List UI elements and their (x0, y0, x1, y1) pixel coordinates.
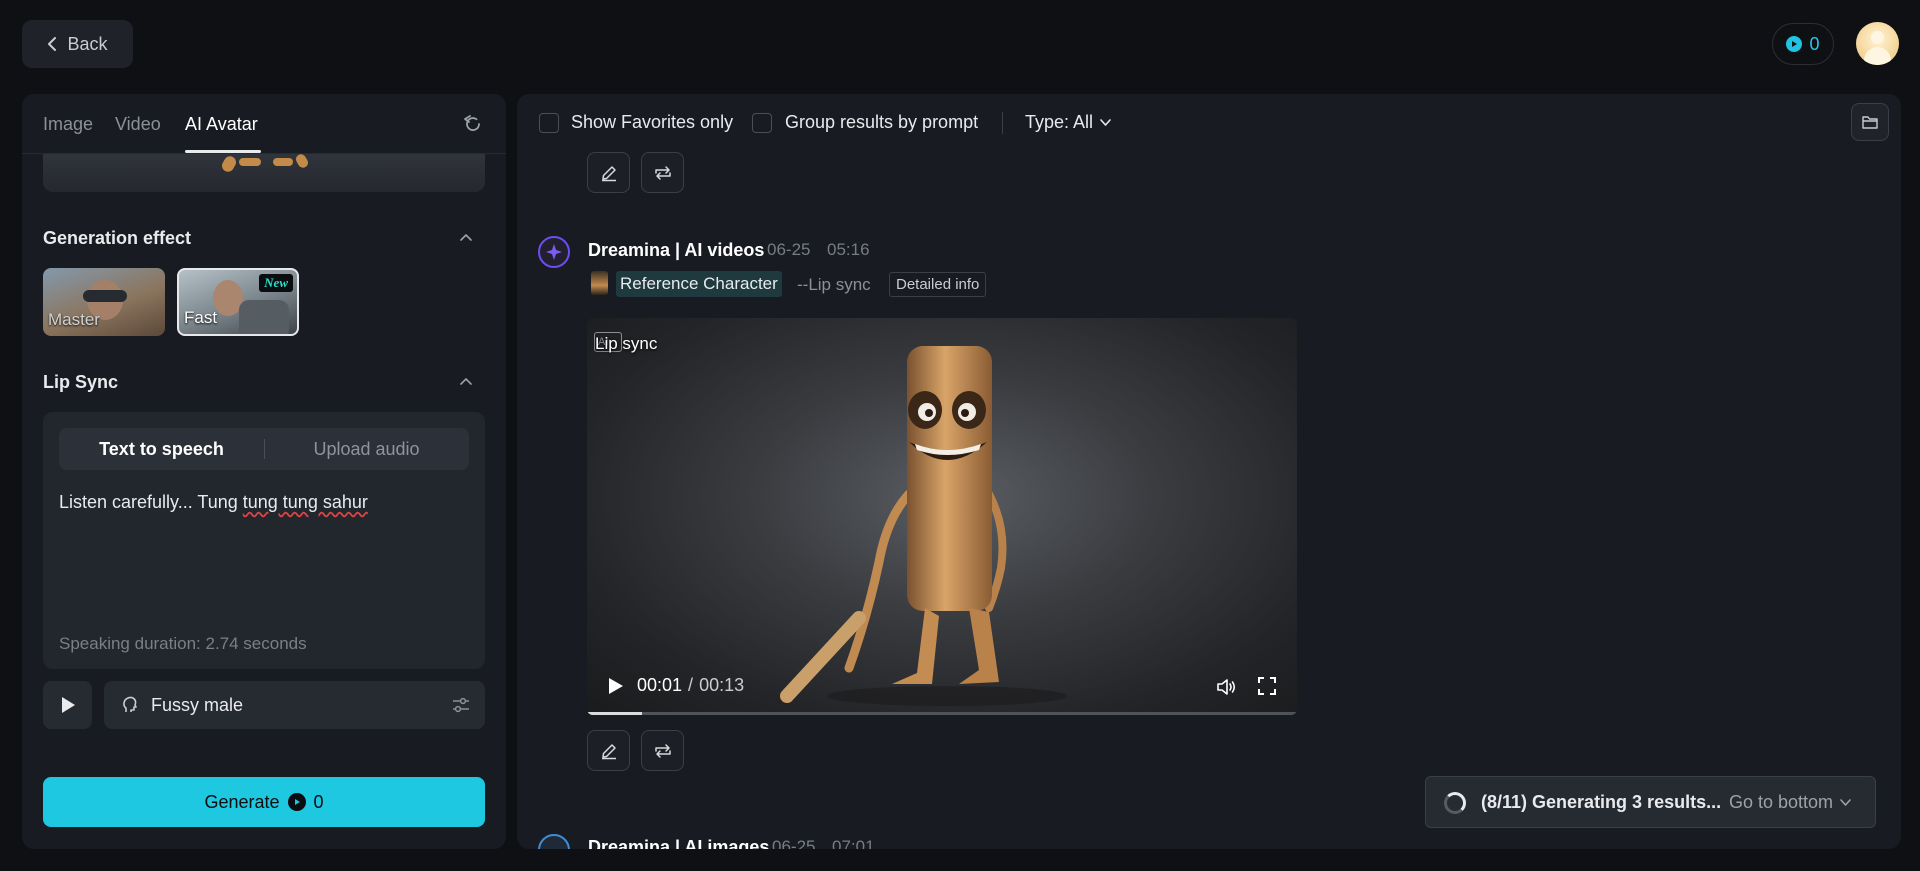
video-time-separator: / (688, 675, 694, 695)
video-progress-fill (587, 712, 642, 715)
video-current-time: 00:01 (637, 675, 683, 695)
generation-effect-title: Generation effect (43, 228, 192, 248)
tab-active-indicator (185, 150, 261, 153)
dreamina-logo-icon (538, 236, 570, 268)
pencil-icon (601, 165, 616, 181)
result-date: 06-25 (772, 837, 816, 849)
results-panel: Show Favorites only Group results by pro… (517, 94, 1901, 849)
play-icon (61, 697, 75, 713)
video-duration: 00:13 (699, 675, 745, 695)
type-filter-dropdown[interactable]: Type: All (1025, 112, 1112, 133)
back-button[interactable]: Back (22, 20, 133, 68)
text-to-speech-button[interactable]: Text to speech (59, 428, 264, 470)
folder-button[interactable] (1851, 103, 1889, 141)
filter-bar: Show Favorites only Group results by pro… (517, 94, 1901, 152)
effect-option-master[interactable]: Master (43, 268, 165, 336)
reference-character-chip[interactable]: Reference Character (616, 271, 782, 297)
pencil-icon (601, 743, 616, 759)
result-time: 07:01 (832, 837, 875, 849)
upload-audio-button[interactable]: Upload audio (264, 428, 469, 470)
speech-text-input[interactable]: Listen carefully... Tung tung tung sahur (59, 492, 469, 612)
video-time: 00:01/00:13 (637, 675, 744, 696)
fullscreen-icon[interactable] (1257, 676, 1277, 696)
tab-ai-avatar[interactable]: AI Avatar (185, 114, 258, 135)
voice-selector[interactable]: Fussy male (104, 681, 485, 729)
lip-sync-mode-switch: Text to speech Upload audio (59, 428, 469, 470)
chevron-down-icon (1100, 119, 1111, 126)
new-badge: New (259, 274, 293, 292)
left-panel: Image Video AI Avatar Generation effect … (22, 94, 506, 849)
reference-character-thumbnail (591, 271, 608, 295)
dreamina-logo-icon (538, 834, 570, 849)
speech-text-flagged: tung tung sahur (242, 492, 368, 512)
result-time: 05:16 (827, 240, 870, 259)
repeat-icon (654, 165, 671, 180)
credit-coin-icon (1786, 36, 1803, 52)
voice-head-icon (123, 696, 137, 712)
detailed-info-button[interactable]: Detailed info (889, 272, 987, 297)
lip-sync-panel: Text to speech Upload audio Listen caref… (43, 412, 485, 669)
go-to-bottom-button[interactable]: Go to bottom (1729, 792, 1852, 813)
video-tag-label: Lip sync (595, 334, 658, 353)
speech-text: Listen carefully... Tung (59, 492, 243, 512)
group-by-prompt-checkbox[interactable] (752, 113, 772, 133)
volume-icon[interactable] (1215, 676, 1237, 698)
credits-count: 0 (1809, 33, 1820, 54)
sliders-icon[interactable] (451, 695, 471, 715)
voice-name: Fussy male (151, 695, 244, 715)
regenerate-button[interactable] (641, 152, 684, 193)
result-author: Dreamina | AI images (588, 837, 770, 849)
refresh-icon[interactable] (462, 113, 484, 135)
user-avatar[interactable] (1856, 22, 1899, 65)
speaking-duration: Speaking duration: 2.74 seconds (59, 634, 307, 653)
favorites-label: Show Favorites only (571, 112, 734, 132)
chevron-up-icon[interactable] (458, 374, 474, 390)
video-controls: 00:01/00:13 (587, 665, 1297, 715)
result-date: 06-25 (767, 240, 811, 259)
generate-button[interactable]: Generate 0 (43, 777, 485, 827)
generate-cost: 0 (313, 791, 324, 812)
generation-status: (8/11) Generating 3 results... Go to bot… (1425, 776, 1876, 828)
effect-label-master: Master (48, 310, 100, 329)
generate-label: Generate (204, 791, 280, 812)
group-by-prompt-label: Group results by prompt (785, 112, 979, 132)
back-label: Back (67, 33, 108, 54)
chevron-down-icon (1840, 799, 1851, 806)
generation-status-text: (8/11) Generating 3 results... (1481, 792, 1722, 812)
tab-video[interactable]: Video (115, 114, 161, 135)
folder-icon (1862, 116, 1878, 129)
result-video-player[interactable]: AI Lip sync 00:01/00:13 (587, 318, 1297, 715)
tab-image[interactable]: Image (43, 114, 93, 135)
edit-button[interactable] (587, 730, 630, 771)
play-icon[interactable] (605, 676, 625, 696)
type-filter-label: Type: All (1025, 112, 1094, 132)
favorites-checkbox[interactable] (539, 113, 559, 133)
chevron-up-icon[interactable] (458, 230, 474, 246)
repeat-icon (654, 743, 671, 758)
chevron-left-icon (48, 37, 57, 51)
effect-option-fast[interactable]: New Fast (177, 268, 299, 336)
voice-preview-play-button[interactable] (43, 681, 92, 729)
mode-tabs: Image Video AI Avatar (22, 94, 506, 154)
edit-button[interactable] (587, 152, 630, 193)
wooden-character-figure (780, 346, 1067, 706)
result-author: Dreamina | AI videos (588, 240, 765, 260)
reference-image-preview[interactable] (43, 154, 485, 192)
lip-sync-title: Lip Sync (43, 372, 119, 392)
credit-coin-icon (287, 793, 306, 811)
loading-spinner-icon (1444, 792, 1466, 814)
video-progress-bar[interactable] (587, 712, 1297, 715)
regenerate-button[interactable] (641, 730, 684, 771)
result-mode: --Lip sync (797, 275, 871, 294)
effect-label-fast: Fast (184, 308, 218, 327)
go-to-bottom-label: Go to bottom (1729, 792, 1834, 812)
credits-badge[interactable]: 0 (1772, 23, 1834, 65)
